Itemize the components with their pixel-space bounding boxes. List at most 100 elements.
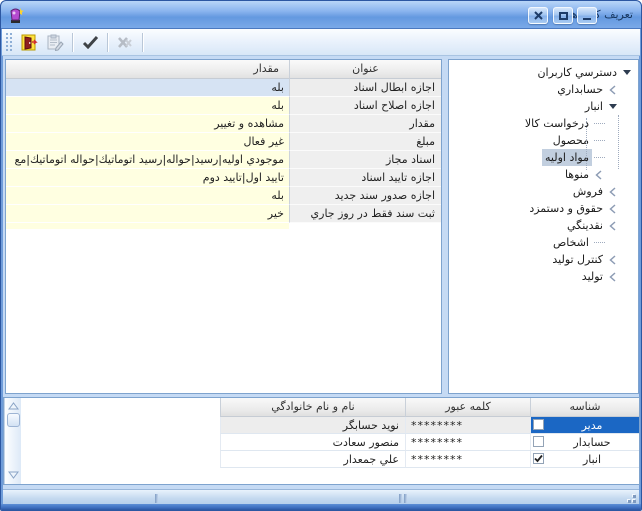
minimize-button[interactable] bbox=[577, 7, 597, 24]
column-header-title[interactable]: عنوان bbox=[289, 60, 441, 79]
tree-item[interactable]: حسابداري bbox=[449, 81, 638, 98]
tree-collapsed-icon[interactable] bbox=[606, 85, 619, 95]
tree-item-label[interactable]: درخواست كالا bbox=[522, 115, 592, 132]
user-password-cell[interactable]: ******** bbox=[405, 451, 530, 468]
user-password-cell[interactable]: ******** bbox=[405, 434, 530, 451]
tree-item[interactable]: محصول bbox=[449, 132, 638, 149]
settings-row[interactable]: اجازه تاييد اسنادتاييد اول|تاييد دوم bbox=[6, 169, 441, 187]
tree-item-label[interactable]: توليد bbox=[579, 268, 606, 285]
confirm-button[interactable] bbox=[78, 31, 102, 54]
tree-item-label[interactable]: حقوق و دستمزد bbox=[526, 200, 606, 217]
tree-collapsed-icon[interactable] bbox=[606, 255, 619, 265]
column-header-value[interactable]: مقدار bbox=[6, 60, 289, 79]
tree-item[interactable]: مواد اوليه bbox=[449, 149, 638, 166]
user-row[interactable]: مدير********نويد حسابگر bbox=[220, 417, 639, 434]
setting-value-cell[interactable]: تاييد اول|تاييد دوم bbox=[6, 169, 289, 187]
user-id-cell[interactable]: حسابدار bbox=[530, 434, 639, 451]
scroll-down-icon[interactable] bbox=[8, 471, 19, 479]
tree-item-label[interactable]: دسترسي كاربران bbox=[534, 64, 620, 81]
settings-row[interactable]: اجازه ابطال اسنادبله bbox=[6, 79, 441, 97]
tree-item-label[interactable]: اشخاص bbox=[550, 234, 592, 251]
setting-title-cell[interactable]: مبلغ bbox=[289, 133, 441, 151]
tree-item[interactable]: كنترل توليد bbox=[449, 251, 638, 268]
setting-title-cell[interactable]: اجازه صدور سند جديد bbox=[289, 187, 441, 205]
exit-door-button[interactable] bbox=[17, 31, 41, 54]
tree-item-label[interactable]: حسابداري bbox=[554, 81, 606, 98]
settings-row[interactable]: اسناد مجازموجودي اوليه|رسيد|حواله|رسيد ا… bbox=[6, 151, 441, 169]
tree-leaf-connector-icon bbox=[594, 242, 605, 243]
checkbox-checked[interactable] bbox=[533, 453, 544, 464]
tree-item-label[interactable]: مواد اوليه bbox=[542, 149, 592, 166]
column-header-name[interactable]: نام و نام خانوادگي bbox=[220, 398, 405, 417]
tree-item[interactable]: حقوق و دستمزد bbox=[449, 200, 638, 217]
setting-value-cell[interactable]: خير bbox=[6, 205, 289, 223]
user-row[interactable]: حسابدار********منصور سعادت bbox=[220, 434, 639, 451]
tree-item-label[interactable]: فروش bbox=[570, 183, 606, 200]
settings-row[interactable]: مبلغغير فعال bbox=[6, 133, 441, 151]
column-header-password[interactable]: كلمه عبور bbox=[405, 398, 530, 417]
settings-row[interactable]: اجازه اصلاح اسنادبله bbox=[6, 97, 441, 115]
user-name-cell[interactable]: علي جمعدار bbox=[220, 451, 405, 468]
tree-collapsed-icon[interactable] bbox=[592, 170, 605, 180]
setting-value-cell[interactable]: غير فعال bbox=[6, 133, 289, 151]
toolbar-separator bbox=[142, 33, 143, 52]
setting-value-cell[interactable]: موجودي اوليه|رسيد|حواله|رسيد اتوماتيك|حو… bbox=[6, 151, 289, 169]
user-name-cell[interactable]: منصور سعادت bbox=[220, 434, 405, 451]
user-name-cell[interactable]: نويد حسابگر bbox=[220, 417, 405, 434]
setting-title-cell[interactable]: اجازه ابطال اسناد bbox=[289, 79, 441, 97]
setting-value-cell[interactable]: بله bbox=[6, 187, 289, 205]
column-header-id[interactable]: شناسه bbox=[530, 398, 639, 417]
scroll-up-icon[interactable] bbox=[8, 402, 19, 410]
settings-grid-panel: عنوان مقدار اجازه ابطال اسنادبلهاجازه اص… bbox=[5, 59, 442, 394]
checkbox-unchecked[interactable] bbox=[533, 436, 544, 447]
tree-item[interactable]: درخواست كالا bbox=[449, 115, 638, 132]
tree-expanded-icon[interactable] bbox=[620, 70, 633, 75]
tree-collapsed-icon[interactable] bbox=[606, 187, 619, 197]
setting-title-cell[interactable]: اسناد مجاز bbox=[289, 151, 441, 169]
scrollbar-thumb[interactable] bbox=[7, 413, 20, 427]
tree-item-label[interactable]: منوها bbox=[562, 166, 592, 183]
maximize-button[interactable] bbox=[553, 7, 573, 24]
splitter-handle[interactable] bbox=[404, 494, 407, 503]
tree-item-label[interactable]: نقدينگي bbox=[564, 217, 606, 234]
tree-item[interactable]: اشخاص bbox=[449, 234, 638, 251]
tree-item[interactable]: انبار bbox=[449, 98, 638, 115]
close-button[interactable] bbox=[528, 7, 548, 24]
setting-title-cell[interactable]: ثبت سند فقط در روز جاري bbox=[289, 205, 441, 223]
tree-expanded-icon[interactable] bbox=[606, 104, 619, 109]
tree-item[interactable]: نقدينگي bbox=[449, 217, 638, 234]
tree-item-label[interactable]: انبار bbox=[582, 98, 606, 115]
setting-value-cell[interactable]: بله bbox=[6, 79, 289, 97]
delete-button[interactable] bbox=[113, 31, 137, 54]
setting-title-cell[interactable]: اجازه اصلاح اسناد bbox=[289, 97, 441, 115]
splitter-handle[interactable] bbox=[155, 494, 158, 503]
app-window: تعريف كاربرها bbox=[0, 0, 642, 511]
app-icon[interactable] bbox=[7, 6, 24, 24]
setting-value-cell[interactable]: بله bbox=[6, 97, 289, 115]
user-id-cell[interactable]: انبار bbox=[530, 451, 639, 468]
settings-row[interactable]: ثبت سند فقط در روز جاريخير bbox=[6, 205, 441, 223]
toolbar-grip[interactable] bbox=[6, 33, 12, 51]
splitter-handle[interactable] bbox=[399, 494, 402, 503]
setting-value-cell[interactable]: مشاهده و تغيير bbox=[6, 115, 289, 133]
tree-item[interactable]: دسترسي كاربران bbox=[449, 64, 638, 81]
paste-edit-button[interactable] bbox=[43, 31, 67, 54]
user-id-cell[interactable]: مدير bbox=[530, 417, 639, 434]
tree-item-label[interactable]: كنترل توليد bbox=[549, 251, 606, 268]
settings-row[interactable]: مقدارمشاهده و تغيير bbox=[6, 115, 441, 133]
tree-item[interactable]: فروش bbox=[449, 183, 638, 200]
user-row[interactable]: انبار ********علي جمعدار bbox=[220, 451, 639, 468]
resize-grip-icon[interactable] bbox=[624, 491, 636, 503]
tree-collapsed-icon[interactable] bbox=[606, 221, 619, 231]
tree-item[interactable]: توليد bbox=[449, 268, 638, 285]
checkbox-unchecked[interactable] bbox=[533, 419, 544, 430]
setting-title-cell[interactable]: مقدار bbox=[289, 115, 441, 133]
users-scrollbar[interactable] bbox=[4, 398, 21, 484]
settings-row[interactable]: اجازه صدور سند جديدبله bbox=[6, 187, 441, 205]
tree-item[interactable]: منوها bbox=[449, 166, 638, 183]
tree-collapsed-icon[interactable] bbox=[606, 204, 619, 214]
tree-collapsed-icon[interactable] bbox=[606, 272, 619, 282]
setting-title-cell[interactable]: اجازه تاييد اسناد bbox=[289, 169, 441, 187]
user-id-label: انبار bbox=[583, 453, 601, 466]
user-password-cell[interactable]: ******** bbox=[405, 417, 530, 434]
